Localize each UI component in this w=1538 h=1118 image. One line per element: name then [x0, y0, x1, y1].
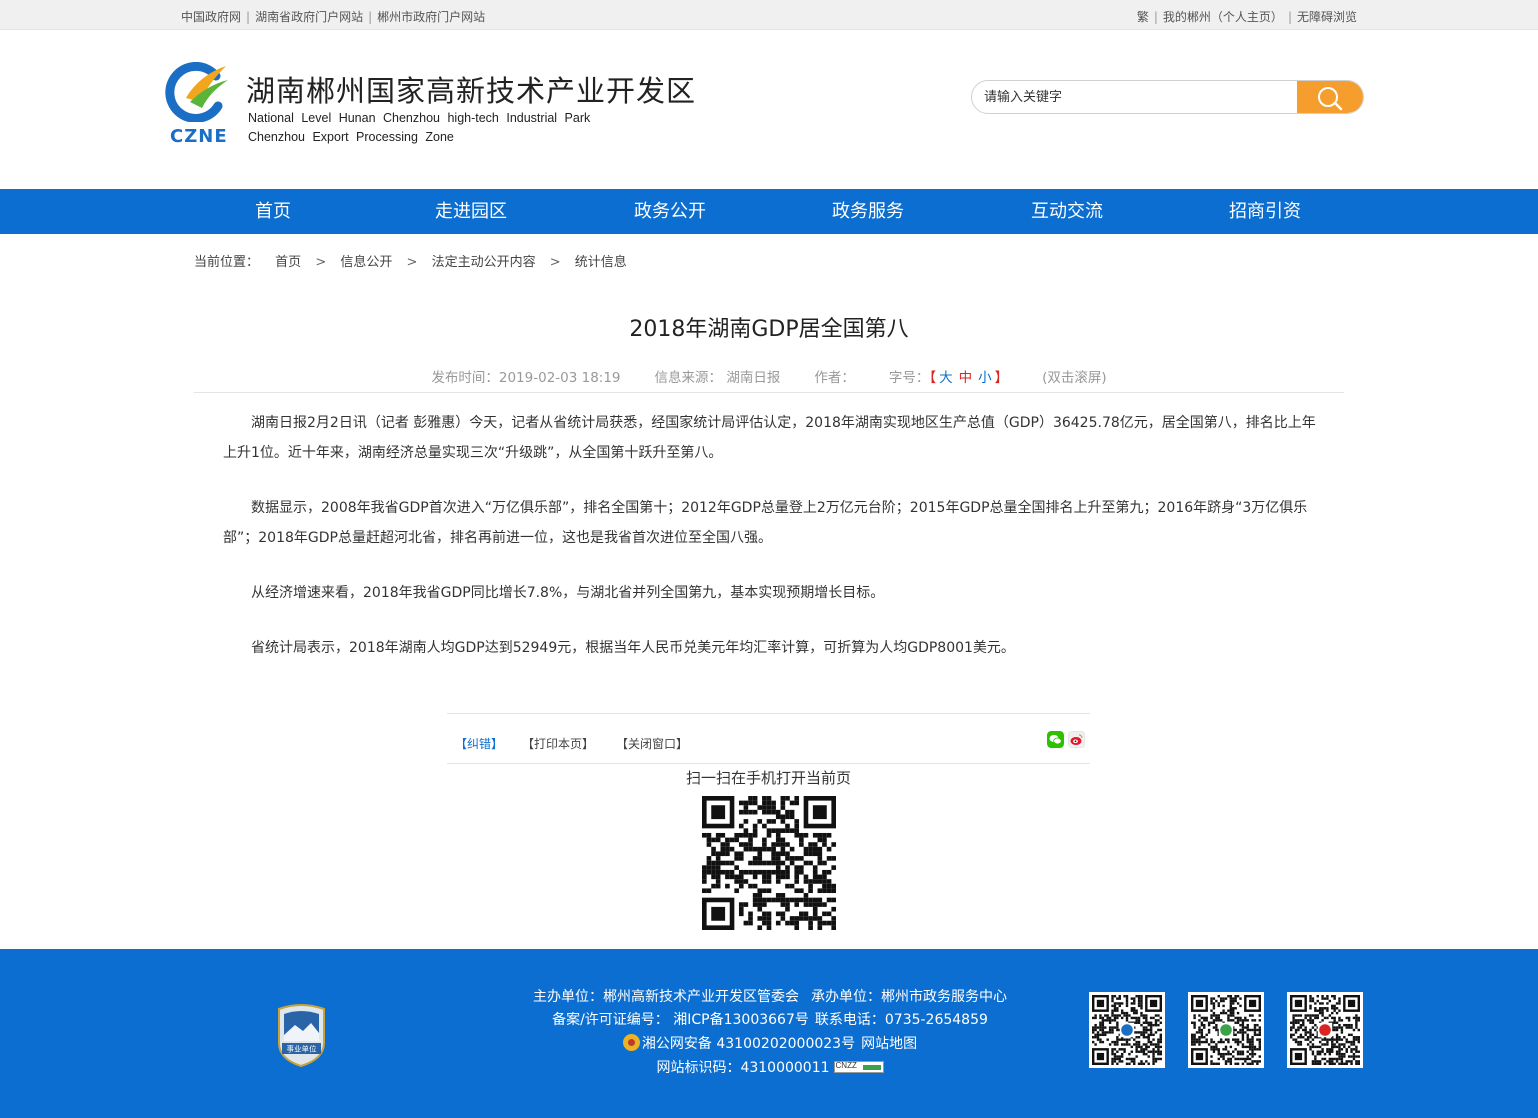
breadcrumb-separator: > — [549, 255, 561, 270]
nav-investment[interactable]: 招商引资 — [1205, 189, 1325, 234]
breadcrumb: 当前位置： 首页 > 信息公开 > 法定主动公开内容 > 统计信息 — [194, 251, 627, 270]
qr-code-image — [1092, 995, 1162, 1065]
link-china-gov[interactable]: 中国政府网 — [181, 10, 241, 24]
badge-text: 事业单位 — [287, 1044, 317, 1054]
search-icon — [1318, 87, 1343, 111]
breadcrumb-lead: 当前位置： — [194, 255, 260, 270]
qr-code-image — [1290, 995, 1360, 1065]
nav-home[interactable]: 首页 — [213, 189, 333, 234]
footer-qr-code-2 — [1188, 992, 1264, 1068]
tools-divider-top — [447, 713, 1090, 714]
breadcrumb-separator: > — [315, 255, 327, 270]
breadcrumb-separator: > — [406, 255, 418, 270]
article-title: 2018年湖南GDP居全国第八 — [629, 317, 909, 342]
correct-error-button[interactable]: 【纠错】 — [455, 735, 503, 752]
logo-icon[interactable] — [164, 62, 230, 122]
article-body: 湖南日报2月2日讯（记者 彭雅惠）今天，记者从省统计局获悉，经国家统计局评估认定… — [223, 408, 1316, 688]
page-qr-code — [702, 796, 836, 930]
cnzz-stat-icon[interactable] — [833, 1061, 884, 1073]
breadcrumb-info-open[interactable]: 信息公开 — [340, 255, 392, 270]
nav-interaction[interactable]: 互动交流 — [1007, 189, 1127, 234]
nav-gov-service[interactable]: 政务服务 — [808, 189, 928, 234]
footer-line-police: 湘公网安备 43100202000023号 网站地图 — [440, 1033, 1100, 1053]
search-button[interactable] — [1297, 81, 1363, 113]
link-hunan-gov[interactable]: 湖南省政府门户网站 — [255, 10, 363, 24]
footer: 事业单位 主办单位：郴州高新技术产业开发区管委会 承办单位：郴州市政务服务中心 备… — [0, 949, 1538, 1118]
weibo-share-icon[interactable] — [1068, 731, 1085, 748]
qr-code-image — [1191, 995, 1261, 1065]
font-size-label: 字号： — [888, 370, 930, 386]
top-links-right: 繁 | 我的郴州（个人主页） | 无障碍浏览 — [1136, 10, 1357, 24]
footer-police-record[interactable]: 湘公网安备 43100202000023号 — [642, 1036, 855, 1052]
footer-line-host: 主办单位：郴州高新技术产业开发区管委会 承办单位：郴州市政务服务中心 — [440, 986, 1100, 1006]
publish-time: 发布时间：2019-02-03 18:19 — [431, 370, 621, 386]
article-paragraph: 湖南日报2月2日讯（记者 彭雅惠）今天，记者从省统计局获悉，经国家统计局评估认定… — [223, 415, 1316, 461]
site-title-en-line1: National Level Hunan Chenzhou high-tech … — [248, 111, 591, 125]
article-paragraph: 省统计局表示，2018年湖南人均GDP达到52949元，根据当年人民币兑美元年均… — [251, 640, 1015, 656]
close-window-button[interactable]: 【关闭窗口】 — [616, 735, 688, 752]
police-emblem-icon — [622, 1034, 640, 1051]
qr-caption: 扫一扫在手机打开当前页 — [685, 769, 851, 787]
link-chenzhou-gov[interactable]: 郴州市政府门户网站 — [377, 10, 485, 24]
article-author: 作者： — [814, 370, 855, 386]
footer-line-icp: 备案/许可证编号： 湘ICP备13003667号 联系电话：0735-265485… — [440, 1009, 1100, 1029]
search-input[interactable] — [972, 81, 1298, 113]
footer-qr-code-3 — [1287, 992, 1363, 1068]
link-traditional[interactable]: 繁 — [1137, 10, 1149, 24]
print-button[interactable]: 【打印本页】 — [522, 735, 594, 752]
search-box — [971, 80, 1364, 114]
font-small-button[interactable]: 小 — [978, 370, 992, 386]
top-links-left: 中国政府网 | 湖南省政府门户网站 | 郴州市政府门户网站 — [181, 10, 486, 24]
top-bar: 中国政府网 | 湖南省政府门户网站 | 郴州市政府门户网站 繁 | 我的郴州（个人主页） | 无… — [0, 0, 1538, 30]
font-medium-button[interactable]: 中 — [959, 370, 973, 386]
site-title: 湖南郴州国家高新技术产业开发区 — [246, 74, 697, 108]
footer-phone: 联系电话：0735-2654859 — [814, 1012, 988, 1028]
link-accessibility[interactable]: 无障碍浏览 — [1297, 10, 1357, 24]
logo-text: CZNE — [170, 126, 228, 147]
footer-sitemap[interactable]: 网站地图 — [861, 1036, 917, 1052]
breadcrumb-statistics[interactable]: 统计信息 — [575, 255, 627, 270]
article-source: 信息来源： 湖南日报 — [654, 370, 781, 386]
breadcrumb-statutory[interactable]: 法定主动公开内容 — [432, 255, 536, 270]
site-title-en-line2: Chenzhou Export Processing Zone — [248, 130, 454, 144]
main-nav: 首页 走进园区 政务公开 政务服务 互动交流 招商引资 — [0, 189, 1538, 234]
article-paragraph: 数据显示，2008年我省GDP首次进入“万亿俱乐部”，排名全国第十；2012年G… — [223, 500, 1308, 546]
nav-park[interactable]: 走进园区 — [411, 189, 531, 234]
article-paragraph: 从经济增速来看，2018年我省GDP同比增长7.8%，与湖北省并列全国第九，基本… — [251, 585, 885, 601]
breadcrumb-home[interactable]: 首页 — [275, 255, 301, 270]
wechat-share-icon[interactable] — [1047, 731, 1064, 748]
public-institution-badge[interactable]: 事业单位 — [275, 1003, 328, 1067]
footer-undertaker: 承办单位：郴州市政务服务中心 — [811, 989, 1007, 1005]
tools-divider-bottom — [447, 763, 1090, 764]
link-my-chenzhou[interactable]: 我的郴州（个人主页） — [1163, 10, 1283, 24]
double-click-scroll[interactable]: (双击滚屏) — [1042, 370, 1107, 386]
footer-host: 主办单位：郴州高新技术产业开发区管委会 — [533, 989, 799, 1005]
article-meta: 发布时间：2019-02-03 18:19 信息来源： 湖南日报 作者： 字号：【大中… — [431, 370, 1107, 386]
footer-line-siteid: 网站标识码：4310000011 — [440, 1057, 1100, 1077]
font-large-button[interactable]: 大 — [939, 370, 953, 386]
footer-qr-code-1 — [1089, 992, 1165, 1068]
meta-divider — [194, 392, 1344, 393]
footer-site-id: 网站标识码：4310000011 — [656, 1060, 830, 1076]
footer-icp[interactable]: 备案/许可证编号： 湘ICP备13003667号 — [552, 1012, 809, 1028]
nav-gov-open[interactable]: 政务公开 — [610, 189, 730, 234]
